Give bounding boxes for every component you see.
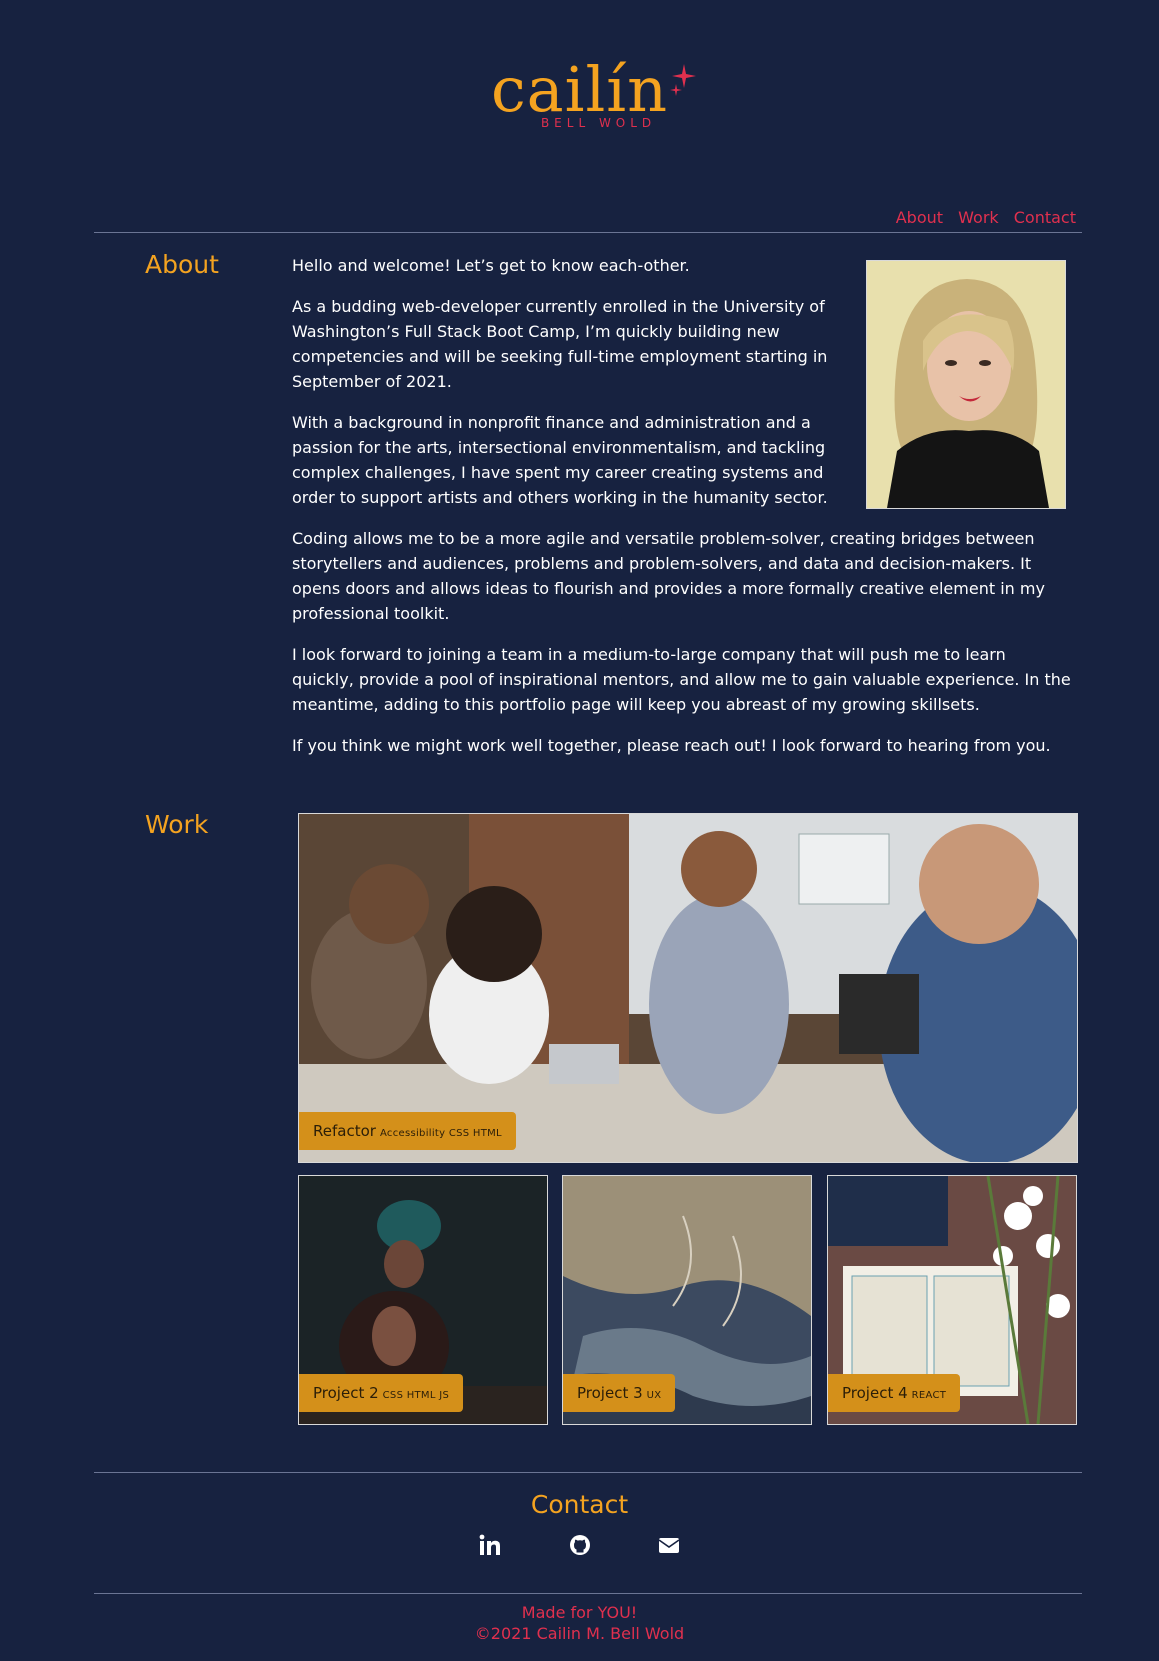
profile-photo	[866, 260, 1066, 509]
about-paragraph: If you think we might work well together…	[292, 736, 1051, 755]
footer-tagline: Made for YOU!	[521, 1603, 638, 1622]
footer-divider	[94, 1593, 1082, 1594]
project-name: Project 2	[313, 1384, 379, 1402]
site-footer: Made for YOU! ©2021 Cailin M. Bell Wold	[0, 1602, 1159, 1644]
header-divider	[94, 232, 1082, 233]
about-text: Hello and welcome! Let’s get to know eac…	[292, 253, 1072, 774]
logo-name: cailín	[490, 53, 669, 126]
footer-copyright: ©2021 Cailin M. Bell Wold	[474, 1624, 685, 1643]
project-tags: Accessibility CSS HTML	[379, 1128, 502, 1139]
contact-divider	[94, 1472, 1082, 1473]
project-card-4[interactable]: Project 4 REACT	[827, 1175, 1077, 1425]
project-tags: REACT	[911, 1390, 947, 1401]
nav-about-link[interactable]: About	[896, 208, 943, 227]
featured-project-label[interactable]: Refactor Accessibility CSS HTML	[299, 1112, 516, 1150]
project-3-label[interactable]: Project 3 UX	[563, 1374, 676, 1412]
envelope-icon[interactable]	[657, 1533, 681, 1557]
project-card-2[interactable]: Project 2 CSS HTML JS	[298, 1175, 548, 1425]
linkedin-icon[interactable]	[478, 1533, 502, 1557]
site-logo[interactable]: cailín BELL WOLD	[0, 58, 1159, 131]
project-tags: CSS HTML JS	[382, 1390, 450, 1401]
about-paragraph: Coding allows me to be a more agile and …	[292, 529, 1045, 623]
work-heading: Work	[145, 810, 209, 839]
github-icon[interactable]	[568, 1533, 592, 1557]
main-nav: About Work Contact	[886, 208, 1076, 227]
project-name: Refactor	[313, 1122, 376, 1140]
about-heading: About	[145, 250, 219, 279]
project-tags: UX	[646, 1390, 662, 1401]
project-4-label[interactable]: Project 4 REACT	[828, 1374, 961, 1412]
project-name: Project 4	[842, 1384, 908, 1402]
sparkle-icon	[670, 64, 697, 96]
contact-heading: Contact	[530, 1490, 629, 1519]
project-2-label[interactable]: Project 2 CSS HTML JS	[299, 1374, 464, 1412]
about-paragraph: I look forward to joining a team in a me…	[292, 645, 1071, 714]
featured-project-card[interactable]: Refactor Accessibility CSS HTML	[298, 813, 1078, 1163]
social-links	[0, 1533, 1159, 1557]
featured-project-image	[299, 814, 1077, 1162]
project-card-3[interactable]: Project 3 UX	[562, 1175, 812, 1425]
nav-work-link[interactable]: Work	[958, 208, 999, 227]
nav-contact-link[interactable]: Contact	[1014, 208, 1076, 227]
project-name: Project 3	[577, 1384, 643, 1402]
